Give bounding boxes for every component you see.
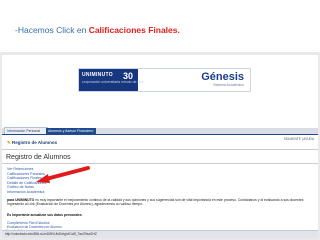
logo-subtitle: corporación universitaria minuto de dios — [82, 80, 144, 84]
page-subtitle: Registro de Alumnos — [6, 154, 71, 161]
extra-links: Cumplimiento Plan Estudios Evaluación de… — [7, 221, 307, 230]
status-bar: http://uniminuto.edu/BNLsLexD/BVUtcDetg/… — [2, 230, 318, 238]
notice-text: es muy importante el mejoramiento contin… — [7, 198, 304, 207]
browser-screenshot: UNIMINUTO corporación universitaria minu… — [2, 55, 318, 238]
slide-caption: -Hacemos Click en Calificaciones Finales… — [15, 25, 180, 35]
caption-highlight: Calificaciones Finales. — [88, 25, 180, 35]
tab-informacion-personal[interactable]: Información Personal — [4, 127, 48, 134]
update-notice-text: Es Importante actualizar sus datos perso… — [7, 213, 82, 217]
section-title-text: Registro de Alumnos — [12, 140, 58, 145]
section-title: ✎ Registro de Alumnos — [7, 140, 57, 146]
tab-bar: Información Personal Alumnos y Asesor Fi… — [2, 127, 318, 135]
update-notice: Es Importante actualizar sus datos perso… — [7, 213, 307, 217]
brand-title: Génesis — [201, 71, 244, 83]
header-banner: UNIMINUTO corporación universitaria minu… — [78, 68, 251, 92]
status-url: http://uniminuto.edu/BNLsLexD/BVUtcDetg/… — [5, 232, 97, 236]
logo-number: 30 — [123, 71, 134, 81]
top-right-links[interactable]: SIGUIENTE | AYUDA — [284, 137, 314, 141]
divider — [2, 149, 318, 150]
brand-tagline: Sistema Académico — [213, 83, 244, 87]
caption-prefix: -Hacemos Click en — [15, 25, 89, 35]
notice-bold: para UNIMINUTO — [7, 198, 35, 202]
tab-alumnos-asesor[interactable]: Alumnos y Asesor Financiero — [46, 128, 96, 134]
red-arrow-icon — [36, 166, 90, 183]
logo-text: UNIMINUTO — [82, 72, 113, 78]
link-informacion-academica[interactable]: Información Académica — [7, 190, 46, 195]
divider — [2, 163, 318, 164]
pencil-icon: ✎ — [7, 140, 11, 145]
notice-paragraph: para UNIMINUTO es muy importante el mejo… — [7, 198, 307, 207]
